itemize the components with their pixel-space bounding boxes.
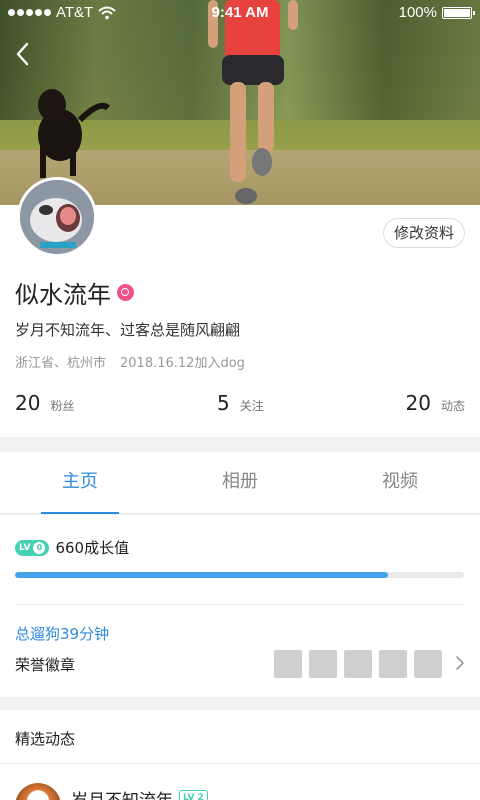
profile-stats: 20 粉丝 5 关注 20 动态 <box>15 391 465 417</box>
stat-label: 关注 <box>239 399 264 413</box>
chevron-right-icon[interactable] <box>454 654 466 672</box>
badge-slot <box>379 650 407 678</box>
badge-slot <box>344 650 372 678</box>
tab-video[interactable]: 视频 <box>320 452 480 514</box>
featured-title: 精选动态 <box>15 730 76 748</box>
avatar[interactable] <box>17 177 97 257</box>
status-bar: AT&T 9:41 AM 100% <box>0 0 480 26</box>
profile-name: 似水流年 <box>15 281 111 309</box>
post-level-badge: LV 2 <box>179 790 208 800</box>
profile-name-row: 似水流年 <box>15 275 134 310</box>
profile-meta: 浙江省、杭州市 2018.16.12加入dog <box>15 352 245 371</box>
level-prefix: LV <box>19 542 31 553</box>
cover-illustration <box>38 0 298 204</box>
post-author-row: 岁月不知流年 LV 2 <box>71 786 208 800</box>
battery-icon <box>442 6 475 19</box>
stat-following[interactable]: 5 关注 <box>217 391 264 415</box>
stat-value: 20 <box>15 391 41 415</box>
post-avatar[interactable] <box>15 783 61 800</box>
featured-section: 精选动态 岁月不知流年 LV 2 <box>0 710 480 800</box>
growth-progress-bar <box>15 572 464 578</box>
stat-followers[interactable]: 20 粉丝 <box>15 391 74 415</box>
avatar-image <box>20 180 94 254</box>
growth-value: 660成长值 <box>55 539 130 557</box>
back-chevron-icon[interactable] <box>12 40 34 68</box>
honor-badges[interactable] <box>274 650 442 678</box>
edit-profile-button[interactable]: 修改资料 <box>382 218 465 248</box>
divider <box>0 763 480 764</box>
featured-post[interactable]: 岁月不知流年 LV 2 <box>15 783 208 800</box>
stat-posts[interactable]: 20 动态 <box>406 391 465 415</box>
post-author-name: 岁月不知流年 <box>71 786 173 800</box>
stat-label: 粉丝 <box>50 399 75 413</box>
level-prefix: LV <box>183 793 195 800</box>
divider <box>15 604 465 605</box>
cover-photo <box>0 0 480 205</box>
growth-progress-fill <box>15 572 388 578</box>
stat-value: 5 <box>217 391 230 415</box>
level-number: 0 <box>33 541 46 554</box>
tab-home[interactable]: 主页 <box>0 452 160 514</box>
growth-level-row: LV 0 660成长值 <box>15 537 129 558</box>
status-right: 100% <box>398 4 475 21</box>
stat-value: 20 <box>405 391 431 415</box>
level-number: 2 <box>197 793 204 800</box>
badge-slot <box>309 650 337 678</box>
honor-badges-label: 荣誉徽章 <box>15 656 76 674</box>
walk-time[interactable]: 总遛狗39分钟 <box>15 623 109 644</box>
profile-location: 浙江省、杭州市 <box>15 356 107 371</box>
tab-album[interactable]: 相册 <box>160 452 320 514</box>
profile-tabs: 主页 相册 视频 <box>0 452 480 514</box>
verified-badge-icon <box>117 284 134 301</box>
level-badge: LV 0 <box>15 539 50 556</box>
profile-joined: 2018.16.12加入dog <box>120 356 245 371</box>
badge-slot <box>414 650 442 678</box>
badge-slot <box>274 650 302 678</box>
battery-percent: 100% <box>398 4 437 21</box>
stat-label: 动态 <box>440 399 465 413</box>
growth-section: LV 0 660成长值 总遛狗39分钟 荣誉徽章 <box>0 515 480 697</box>
profile-bio: 岁月不知流年、过客总是随风翩翩 <box>15 321 241 339</box>
